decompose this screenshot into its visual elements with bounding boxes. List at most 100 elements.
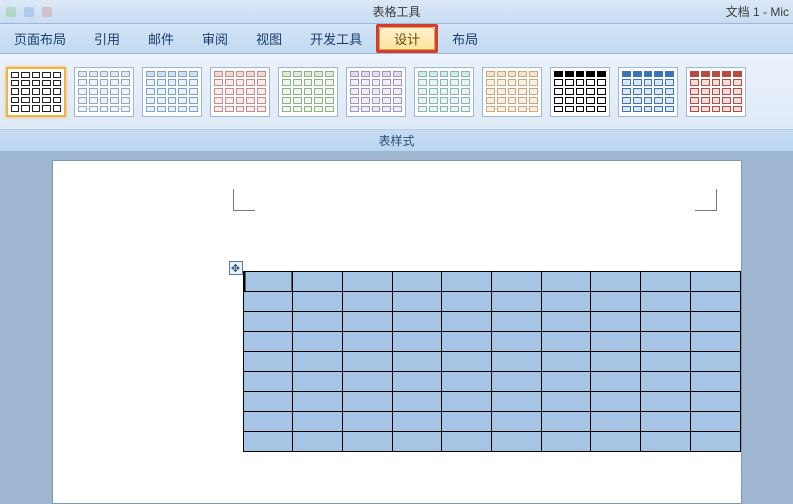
tab-layout[interactable]: 布局 xyxy=(438,24,492,53)
table-cell[interactable] xyxy=(342,372,392,392)
table-cell[interactable] xyxy=(541,272,591,292)
table-cell[interactable] xyxy=(442,332,492,352)
table-cell[interactable] xyxy=(392,412,442,432)
table-cell[interactable] xyxy=(392,332,442,352)
table-cell[interactable] xyxy=(392,432,442,452)
table-cell[interactable] xyxy=(591,332,641,352)
table-cell[interactable] xyxy=(690,412,740,432)
table-cell[interactable] xyxy=(392,372,442,392)
table-cell[interactable] xyxy=(293,312,343,332)
selected-table[interactable] xyxy=(243,271,741,452)
table-cell[interactable] xyxy=(541,372,591,392)
style-thumb-light-teal[interactable] xyxy=(414,67,474,117)
table-cell[interactable] xyxy=(591,372,641,392)
table-cell[interactable] xyxy=(491,392,541,412)
table-cell[interactable] xyxy=(243,412,293,432)
style-thumb-light-purple[interactable] xyxy=(346,67,406,117)
table-cell[interactable] xyxy=(243,372,293,392)
table-cell[interactable] xyxy=(591,412,641,432)
table-cell[interactable] xyxy=(690,312,740,332)
table-cell[interactable] xyxy=(342,412,392,432)
table-cell[interactable] xyxy=(243,352,293,372)
table-cell[interactable] xyxy=(243,392,293,412)
table-cell[interactable] xyxy=(541,412,591,432)
table-cell[interactable] xyxy=(591,352,641,372)
tab-developer[interactable]: 开发工具 xyxy=(296,24,376,53)
table-cell[interactable] xyxy=(293,432,343,452)
table-cell[interactable] xyxy=(293,292,343,312)
table-cell[interactable] xyxy=(690,272,740,292)
table-cell[interactable] xyxy=(342,272,392,292)
table-cell[interactable] xyxy=(243,272,293,292)
table-cell[interactable] xyxy=(342,432,392,452)
style-thumb-red-header[interactable] xyxy=(686,67,746,117)
table-cell[interactable] xyxy=(293,272,343,292)
table-cell[interactable] xyxy=(690,332,740,352)
table-cell[interactable] xyxy=(392,352,442,372)
table-cell[interactable] xyxy=(690,372,740,392)
table-cell[interactable] xyxy=(442,352,492,372)
table-cell[interactable] xyxy=(442,292,492,312)
table-cell[interactable] xyxy=(442,412,492,432)
table-cell[interactable] xyxy=(541,392,591,412)
table-cell[interactable] xyxy=(591,432,641,452)
table-cell[interactable] xyxy=(342,392,392,412)
table-cell[interactable] xyxy=(491,332,541,352)
table-cell[interactable] xyxy=(243,292,293,312)
table-cell[interactable] xyxy=(342,332,392,352)
table-cell[interactable] xyxy=(243,432,293,452)
table-cell[interactable] xyxy=(342,312,392,332)
table-cell[interactable] xyxy=(641,432,691,452)
table-cell[interactable] xyxy=(541,292,591,312)
table-cell[interactable] xyxy=(442,392,492,412)
table-cell[interactable] xyxy=(293,412,343,432)
table-cell[interactable] xyxy=(491,292,541,312)
table-cell[interactable] xyxy=(442,272,492,292)
style-thumb-light-green[interactable] xyxy=(278,67,338,117)
table-cell[interactable] xyxy=(541,312,591,332)
table-cell[interactable] xyxy=(641,332,691,352)
table-cell[interactable] xyxy=(641,292,691,312)
tab-page-layout[interactable]: 页面布局 xyxy=(0,24,80,53)
style-thumb-light-orange[interactable] xyxy=(482,67,542,117)
table-cell[interactable] xyxy=(541,352,591,372)
table-cell[interactable] xyxy=(591,272,641,292)
table-cell[interactable] xyxy=(491,412,541,432)
table-cell[interactable] xyxy=(491,432,541,452)
table-cell[interactable] xyxy=(243,332,293,352)
table-cell[interactable] xyxy=(392,392,442,412)
table-cell[interactable] xyxy=(690,352,740,372)
table-cell[interactable] xyxy=(690,432,740,452)
table-cell[interactable] xyxy=(641,412,691,432)
table-cell[interactable] xyxy=(392,272,442,292)
table-cell[interactable] xyxy=(491,272,541,292)
table-cell[interactable] xyxy=(491,372,541,392)
table-cell[interactable] xyxy=(293,352,343,372)
table-cell[interactable] xyxy=(641,392,691,412)
style-thumb-light-blue-2[interactable] xyxy=(142,67,202,117)
table-cell[interactable] xyxy=(442,372,492,392)
tab-references[interactable]: 引用 xyxy=(80,24,134,53)
table-cell[interactable] xyxy=(392,292,442,312)
table-cell[interactable] xyxy=(442,432,492,452)
style-thumb-blue-header[interactable] xyxy=(618,67,678,117)
tab-view[interactable]: 视图 xyxy=(242,24,296,53)
style-thumb-light-blue-1[interactable] xyxy=(74,67,134,117)
table-move-handle[interactable]: ✥ xyxy=(229,261,243,275)
table-cell[interactable] xyxy=(491,352,541,372)
tab-mailings[interactable]: 邮件 xyxy=(134,24,188,53)
table-cell[interactable] xyxy=(293,372,343,392)
table-cell[interactable] xyxy=(690,292,740,312)
table-cell[interactable] xyxy=(591,312,641,332)
tab-design[interactable]: 设计 xyxy=(379,27,435,50)
table-cell[interactable] xyxy=(392,312,442,332)
table-cell[interactable] xyxy=(591,292,641,312)
table-cell[interactable] xyxy=(342,352,392,372)
table-cell[interactable] xyxy=(491,312,541,332)
table-cell[interactable] xyxy=(442,312,492,332)
table-cell[interactable] xyxy=(641,352,691,372)
style-thumb-dark-header[interactable] xyxy=(550,67,610,117)
table-cell[interactable] xyxy=(591,392,641,412)
table-cell[interactable] xyxy=(541,432,591,452)
table-cell[interactable] xyxy=(690,392,740,412)
